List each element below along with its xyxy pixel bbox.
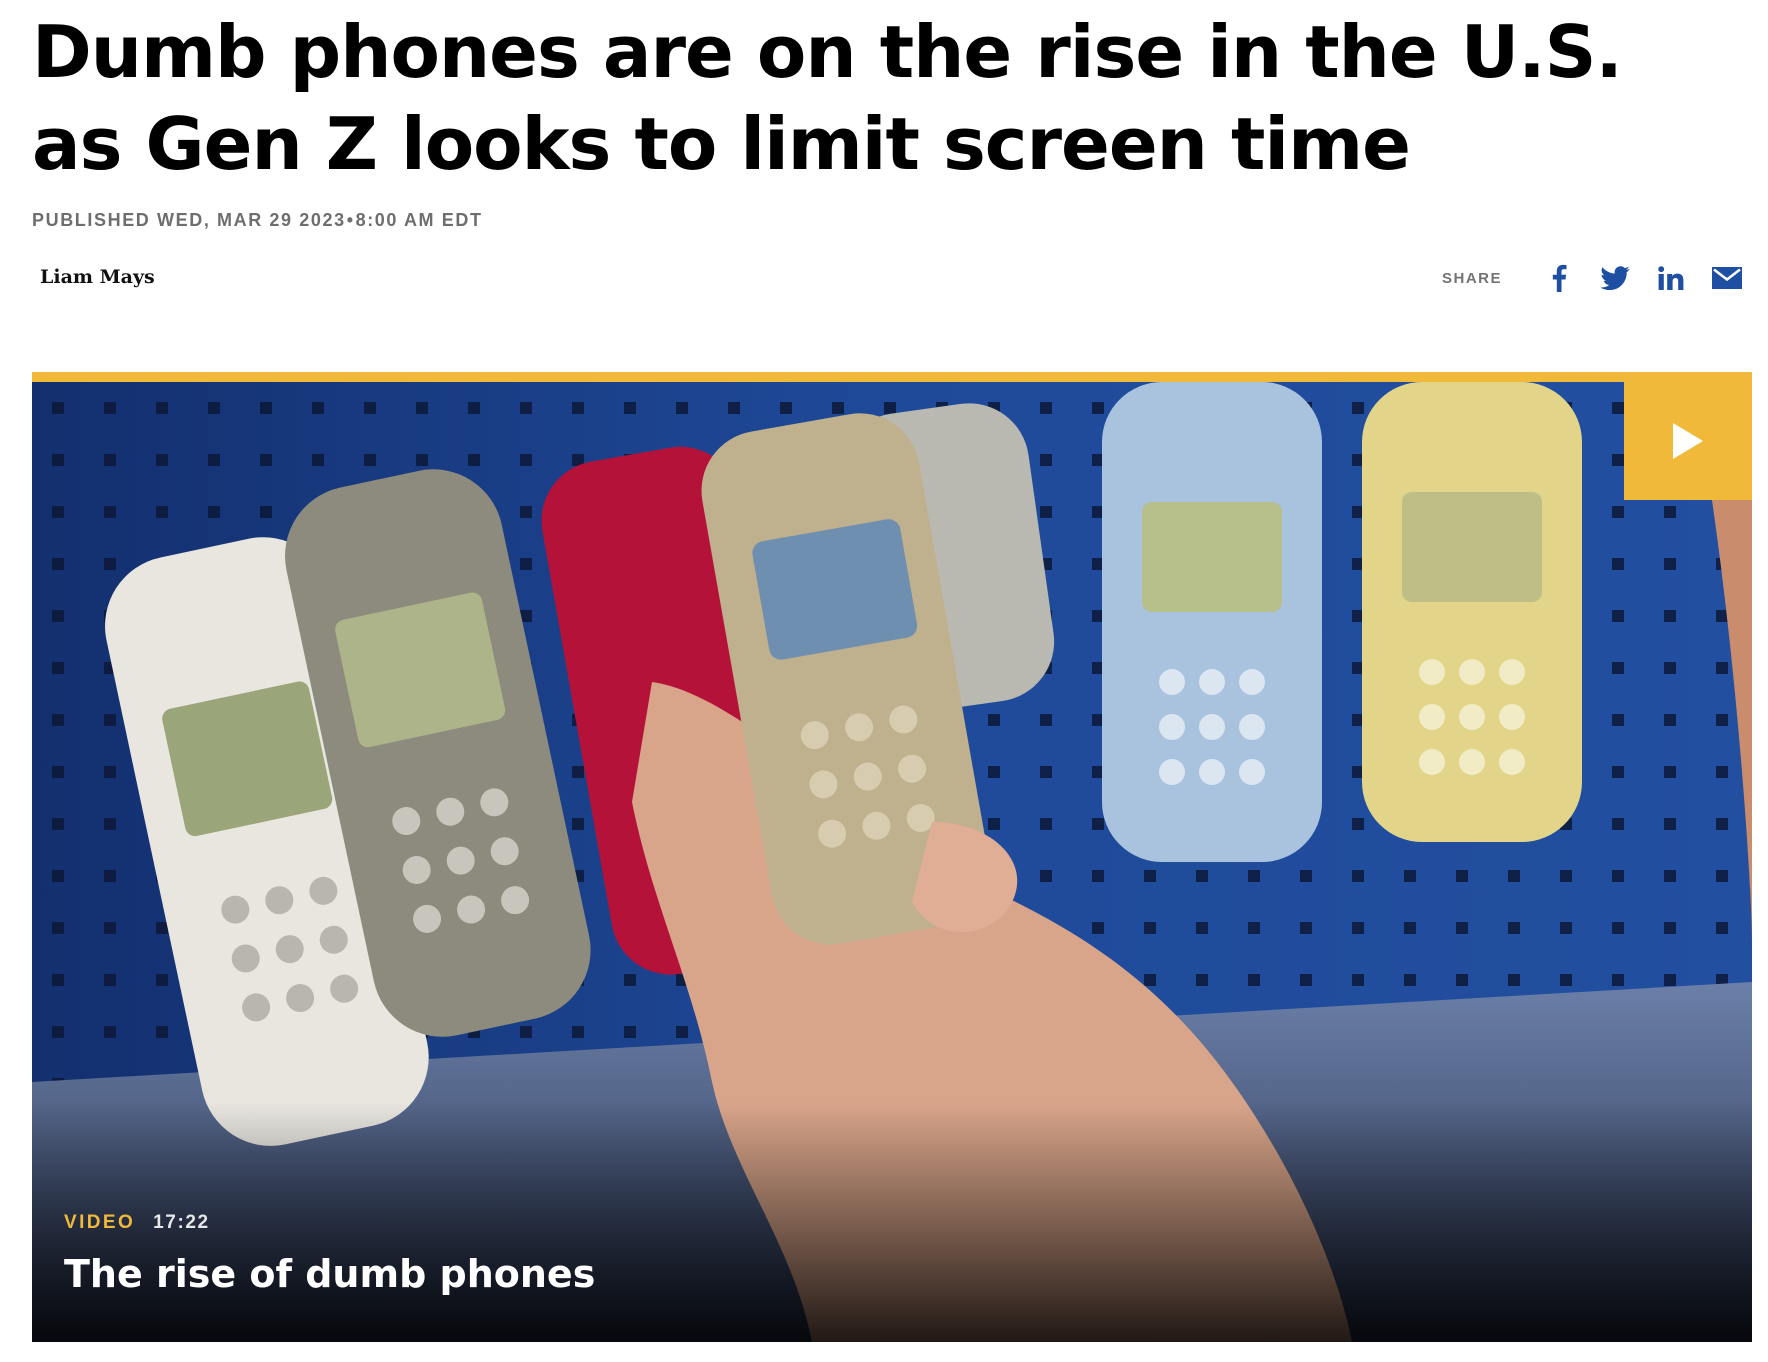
facebook-icon [1552, 264, 1567, 292]
published-separator: • [346, 210, 355, 230]
video-title[interactable]: The rise of dumb phones [64, 1252, 595, 1296]
article-headline: Dumb phones are on the rise in the U.S. … [32, 10, 1623, 186]
published-date: Wed, Mar 29 2023 [157, 210, 346, 230]
published-time: 8:00 AM EDT [355, 210, 483, 230]
email-share-button[interactable] [1710, 261, 1744, 295]
author-link[interactable]: Liam Mays [40, 266, 155, 288]
play-button[interactable] [1624, 382, 1752, 500]
share-bar: SHARE [1442, 258, 1744, 298]
published-label: Published [32, 210, 151, 230]
video-duration: 17:22 [153, 1212, 210, 1233]
published-timestamp: Published Wed, Mar 29 2023•8:00 AM EDT [32, 210, 483, 231]
play-icon [1673, 423, 1703, 459]
twitter-icon [1600, 266, 1630, 290]
linkedin-share-button[interactable] [1654, 261, 1688, 295]
twitter-share-button[interactable] [1598, 261, 1632, 295]
linkedin-icon [1658, 266, 1684, 290]
share-label: SHARE [1441, 269, 1502, 287]
email-icon [1712, 267, 1742, 289]
facebook-share-button[interactable] [1542, 261, 1576, 295]
video-meta: VIDEO 17:22 [64, 1212, 210, 1234]
video-player[interactable]: VIDEO 17:22 The rise of dumb phones [32, 372, 1752, 1342]
caption-gradient [32, 1102, 1752, 1342]
video-tag: VIDEO [64, 1212, 136, 1233]
